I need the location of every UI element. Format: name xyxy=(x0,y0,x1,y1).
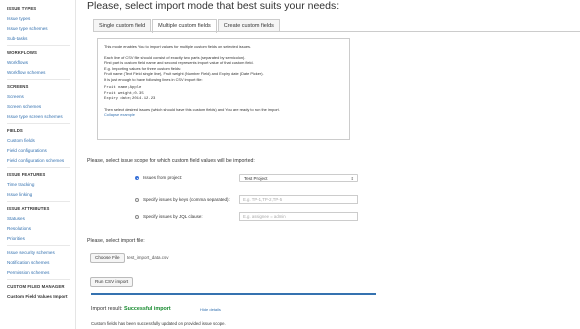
collapse-example-link[interactable]: Collapse example xyxy=(104,112,135,117)
explain-outro: Then select desired issues (which should… xyxy=(104,106,280,112)
sidebar-section-title: WORKFLOWS xyxy=(7,50,38,55)
sidebar-item-sub-tasks[interactable]: Sub-tasks xyxy=(7,36,27,41)
import-progress-bar xyxy=(91,293,376,295)
tab-divider xyxy=(93,31,580,32)
run-csv-import-button[interactable]: Run CSV import xyxy=(90,277,134,287)
sidebar-item-workflows[interactable]: Workflows xyxy=(7,60,28,65)
sidebar-item-notification-schemes[interactable]: Notification schemes xyxy=(7,260,49,265)
sidebar-item-time-tracking[interactable]: Time tracking xyxy=(7,182,34,187)
page-title: Please, select import mode that best sui… xyxy=(87,0,340,12)
sidebar-item-field-configurations[interactable]: Field configurations xyxy=(7,148,47,153)
sidebar-item-issue-linking[interactable]: Issue linking xyxy=(7,192,32,197)
file-label: Please, select import file: xyxy=(87,238,145,244)
sidebar-section-title: SCREENS xyxy=(7,84,29,89)
sidebar-divider xyxy=(7,245,70,246)
sidebar-item-issue-security-schemes[interactable]: Issue security schemes xyxy=(7,250,55,255)
sidebar-item-custom-fields[interactable]: Custom fields xyxy=(7,138,35,143)
sidebar-item-screen-schemes[interactable]: Screen schemes xyxy=(7,104,41,109)
select-arrows-icon: ⇕ xyxy=(350,176,354,181)
import-result-status: Successful import xyxy=(123,306,171,312)
import-result-label: Import result: xyxy=(91,306,123,312)
scope-jql-radio[interactable] xyxy=(135,215,139,219)
sidebar-item-statuses[interactable]: Statuses xyxy=(7,216,25,221)
sidebar-section-title: ISSUE ATTRIBUTES xyxy=(7,206,50,211)
project-select[interactable]: Test Project ⇕ xyxy=(239,174,358,182)
sidebar-item-priorities[interactable]: Priorities xyxy=(7,236,25,241)
scope-keys-radio[interactable] xyxy=(135,198,139,202)
scope-keys-label: Specify issues by keys (comma separated)… xyxy=(143,197,230,202)
jql-input[interactable]: E.g. assignee = admin xyxy=(239,212,358,221)
sidebar-item-issue-types[interactable]: Issue types xyxy=(7,16,30,21)
project-select-value: Test Project xyxy=(244,176,268,181)
sidebar-item-screens[interactable]: Screens xyxy=(7,94,24,99)
sidebar-item-issue-type-screen-schemes[interactable]: Issue type screen schemes xyxy=(7,114,63,119)
choose-file-button[interactable]: Choose File xyxy=(90,253,125,263)
import-result-message: Custom fields has been successfully upda… xyxy=(91,321,226,326)
scope-project-label: Issues from project: xyxy=(143,175,183,180)
sidebar-divider xyxy=(7,123,70,124)
sidebar-divider xyxy=(7,45,70,46)
sidebar-item-field-configuration-schemes[interactable]: Field configuration schemes xyxy=(7,158,64,163)
hide-details-link[interactable]: Hide details xyxy=(200,307,221,312)
import-result: Import result: Successful import xyxy=(91,306,171,312)
selected-file-name: test_import_data.csv xyxy=(127,255,169,260)
sidebar-divider xyxy=(7,167,70,168)
scope-jql-label: Specify issues by JQL clause: xyxy=(143,214,203,219)
sidebar-section-title: FIELDS xyxy=(7,128,23,133)
sidebar-item-issue-type-schemes[interactable]: Issue type schemes xyxy=(7,26,48,31)
sidebar-item-resolutions[interactable]: Resolutions xyxy=(7,226,31,231)
issue-keys-input[interactable]: E.g. TP-1,TP-2,TP-5 xyxy=(239,195,358,204)
sidebar-divider xyxy=(7,79,70,80)
mode-explanation-box: This mode enables You to import values f… xyxy=(97,38,350,140)
sidebar-divider xyxy=(7,279,70,280)
sidebar-divider xyxy=(7,201,70,202)
scope-project-radio[interactable] xyxy=(135,176,139,180)
sidebar-item-custom-field-values-import[interactable]: Custom Field Values Import xyxy=(7,294,69,300)
sidebar-item-permission-schemes[interactable]: Permission schemes xyxy=(7,270,49,275)
scope-label: Please, select issue scope for which cus… xyxy=(87,158,255,164)
sidebar-section-title: ISSUE TYPES xyxy=(7,6,37,11)
sidebar-item-workflow-schemes[interactable]: Workflow schemes xyxy=(7,70,45,75)
sidebar-section-title: CUSTOM FILED MANAGER xyxy=(7,284,65,289)
sidebar-section-title: ISSUE FEATURES xyxy=(7,172,46,177)
admin-sidebar: ISSUE TYPES Issue types Issue type schem… xyxy=(0,0,76,329)
